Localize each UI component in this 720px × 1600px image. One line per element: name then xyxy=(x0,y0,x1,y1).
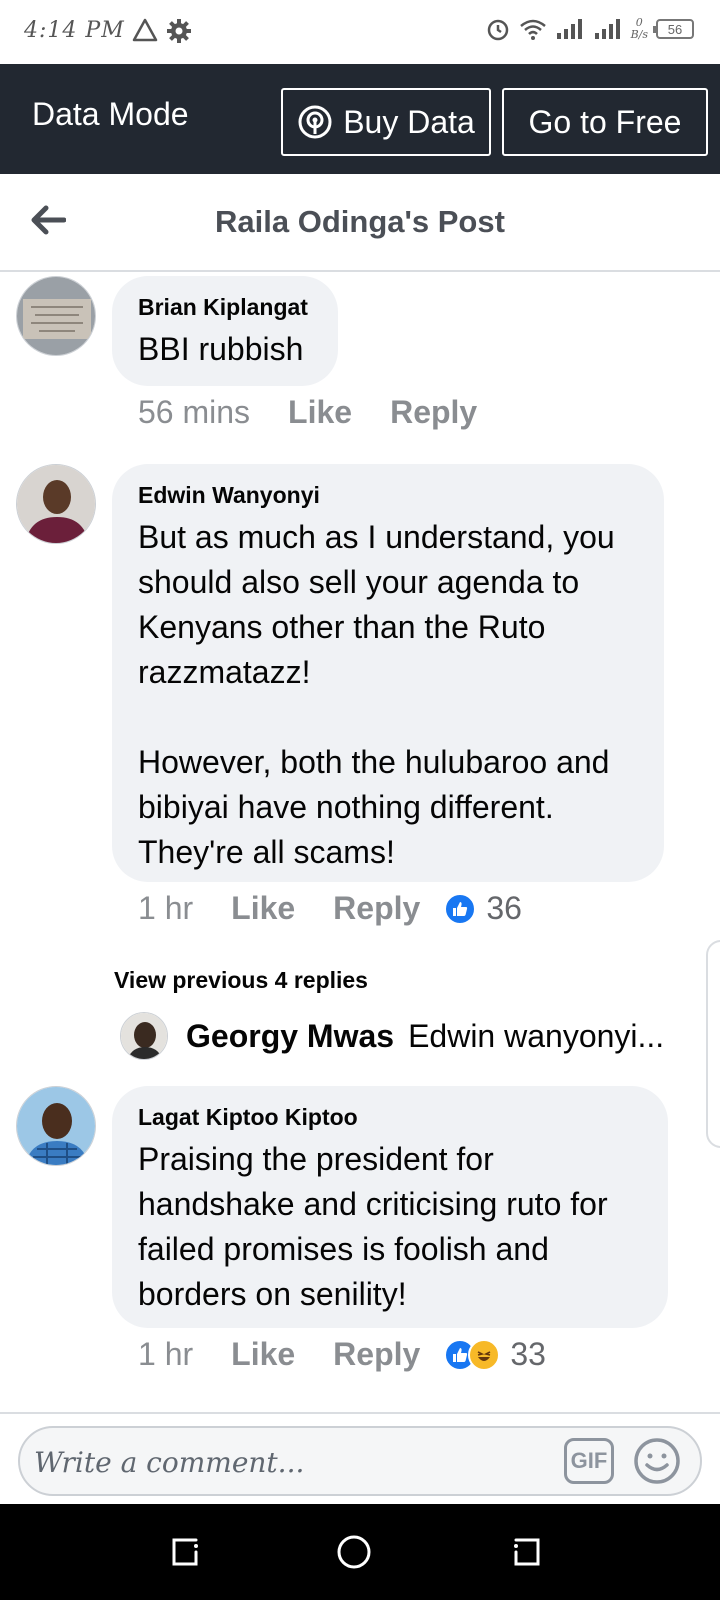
comment-text: BBI rubbish xyxy=(138,331,304,367)
wifi-icon xyxy=(519,19,546,40)
avatar[interactable] xyxy=(16,464,96,544)
signal-icon xyxy=(556,19,582,39)
reply-button[interactable]: Reply xyxy=(333,890,420,927)
reply-preview[interactable]: Georgy Mwas Edwin wanyonyi... xyxy=(120,1012,680,1060)
comment-time: 56 mins xyxy=(138,394,251,430)
like-button[interactable]: Like xyxy=(288,394,352,431)
back-nav-icon[interactable] xyxy=(506,1532,546,1572)
data-speed-unit: B/s xyxy=(630,28,648,41)
page-title: Raila Odinga's Post xyxy=(215,204,505,239)
home-icon[interactable] xyxy=(334,1532,374,1572)
buy-data-label: Buy Data xyxy=(343,103,475,140)
comment-bubble: Brian Kiplangat BBI rubbish xyxy=(112,276,338,386)
recents-icon[interactable] xyxy=(166,1532,206,1572)
go-to-free-label: Go to Free xyxy=(528,103,682,140)
status-time: 4:14 PM xyxy=(24,18,125,43)
comment-bubble: Lagat Kiptoo Kiptoo Praising the preside… xyxy=(112,1086,668,1328)
reaction-count[interactable]: 36 xyxy=(486,890,522,927)
avatar[interactable] xyxy=(120,1012,168,1060)
gear-icon xyxy=(167,19,191,43)
comment-input[interactable]: Write a comment... GIF xyxy=(18,1426,702,1496)
status-bar: 4:14 PM 0 B/s 56 xyxy=(0,0,720,64)
like-button[interactable]: Like xyxy=(231,890,295,927)
avatar-image xyxy=(17,465,95,543)
like-button[interactable]: Like xyxy=(231,1336,295,1373)
comment-author[interactable]: Edwin Wanyonyi xyxy=(138,482,638,509)
comment-time: 1 hr xyxy=(138,1336,194,1372)
comment-bubble: Edwin Wanyonyi But as much as I understa… xyxy=(112,464,664,882)
comment-text: Praising the president for handshake and… xyxy=(138,1141,608,1312)
reply-author[interactable]: Georgy Mwas xyxy=(186,1018,394,1055)
comments-list: Brian Kiplangat BBI rubbish 56 mins Like… xyxy=(0,272,720,1412)
data-mode-bar: Data Mode Buy Data Go to Free xyxy=(0,64,720,174)
comment-author[interactable]: Brian Kiplangat xyxy=(138,294,312,321)
reply-button[interactable]: Reply xyxy=(390,394,477,431)
view-previous-replies-link[interactable]: View previous 4 replies xyxy=(114,967,368,994)
comment-time: 1 hr xyxy=(138,890,194,926)
comment-text: But as much as I understand, you should … xyxy=(138,519,615,870)
comment-meta: 56 mins Like Reply xyxy=(138,394,515,431)
comment-meta: 1 hr Like Reply 36 xyxy=(138,890,522,927)
system-navigation-bar xyxy=(0,1504,720,1600)
signal-icon xyxy=(594,19,620,39)
avatar[interactable] xyxy=(16,1086,96,1166)
avatar-image xyxy=(17,277,95,355)
status-right-icons: 0 B/s 56 xyxy=(485,16,694,42)
post-header: Raila Odinga's Post xyxy=(0,174,720,272)
alarm-icon xyxy=(487,19,508,41)
reply-snippet: Edwin wanyonyi... xyxy=(408,1017,665,1054)
data-speed-indicator: 0 B/s xyxy=(631,17,648,41)
thumbs-up-icon xyxy=(453,1347,468,1362)
avatar[interactable] xyxy=(16,276,96,356)
laughing-face-icon xyxy=(477,1350,491,1361)
thumbs-up-icon xyxy=(453,901,468,916)
battery-indicator: 56 xyxy=(653,19,694,39)
like-reaction-icon[interactable] xyxy=(444,892,477,925)
gif-button[interactable]: GIF xyxy=(564,1438,614,1484)
comment-meta: 1 hr Like Reply 33 xyxy=(138,1336,546,1373)
reaction-count[interactable]: 33 xyxy=(510,1336,546,1373)
smiley-icon[interactable] xyxy=(632,1436,682,1486)
side-panel-handle[interactable] xyxy=(706,940,720,1148)
haha-reaction-icon[interactable] xyxy=(468,1338,501,1371)
avatar-image xyxy=(121,1013,167,1059)
avatar-image xyxy=(17,1087,95,1165)
broadcast-icon xyxy=(298,105,332,139)
comment-author[interactable]: Lagat Kiptoo Kiptoo xyxy=(138,1104,642,1131)
go-to-free-button[interactable]: Go to Free xyxy=(502,88,708,156)
buy-data-button[interactable]: Buy Data xyxy=(281,88,491,156)
status-left-icons xyxy=(132,18,192,44)
data-mode-label: Data Mode xyxy=(32,96,189,132)
comment-composer-bar: Write a comment... GIF xyxy=(0,1412,720,1504)
reply-button[interactable]: Reply xyxy=(333,1336,420,1373)
comment-input-placeholder: Write a comment... xyxy=(34,1446,305,1479)
warning-icon xyxy=(132,18,158,42)
